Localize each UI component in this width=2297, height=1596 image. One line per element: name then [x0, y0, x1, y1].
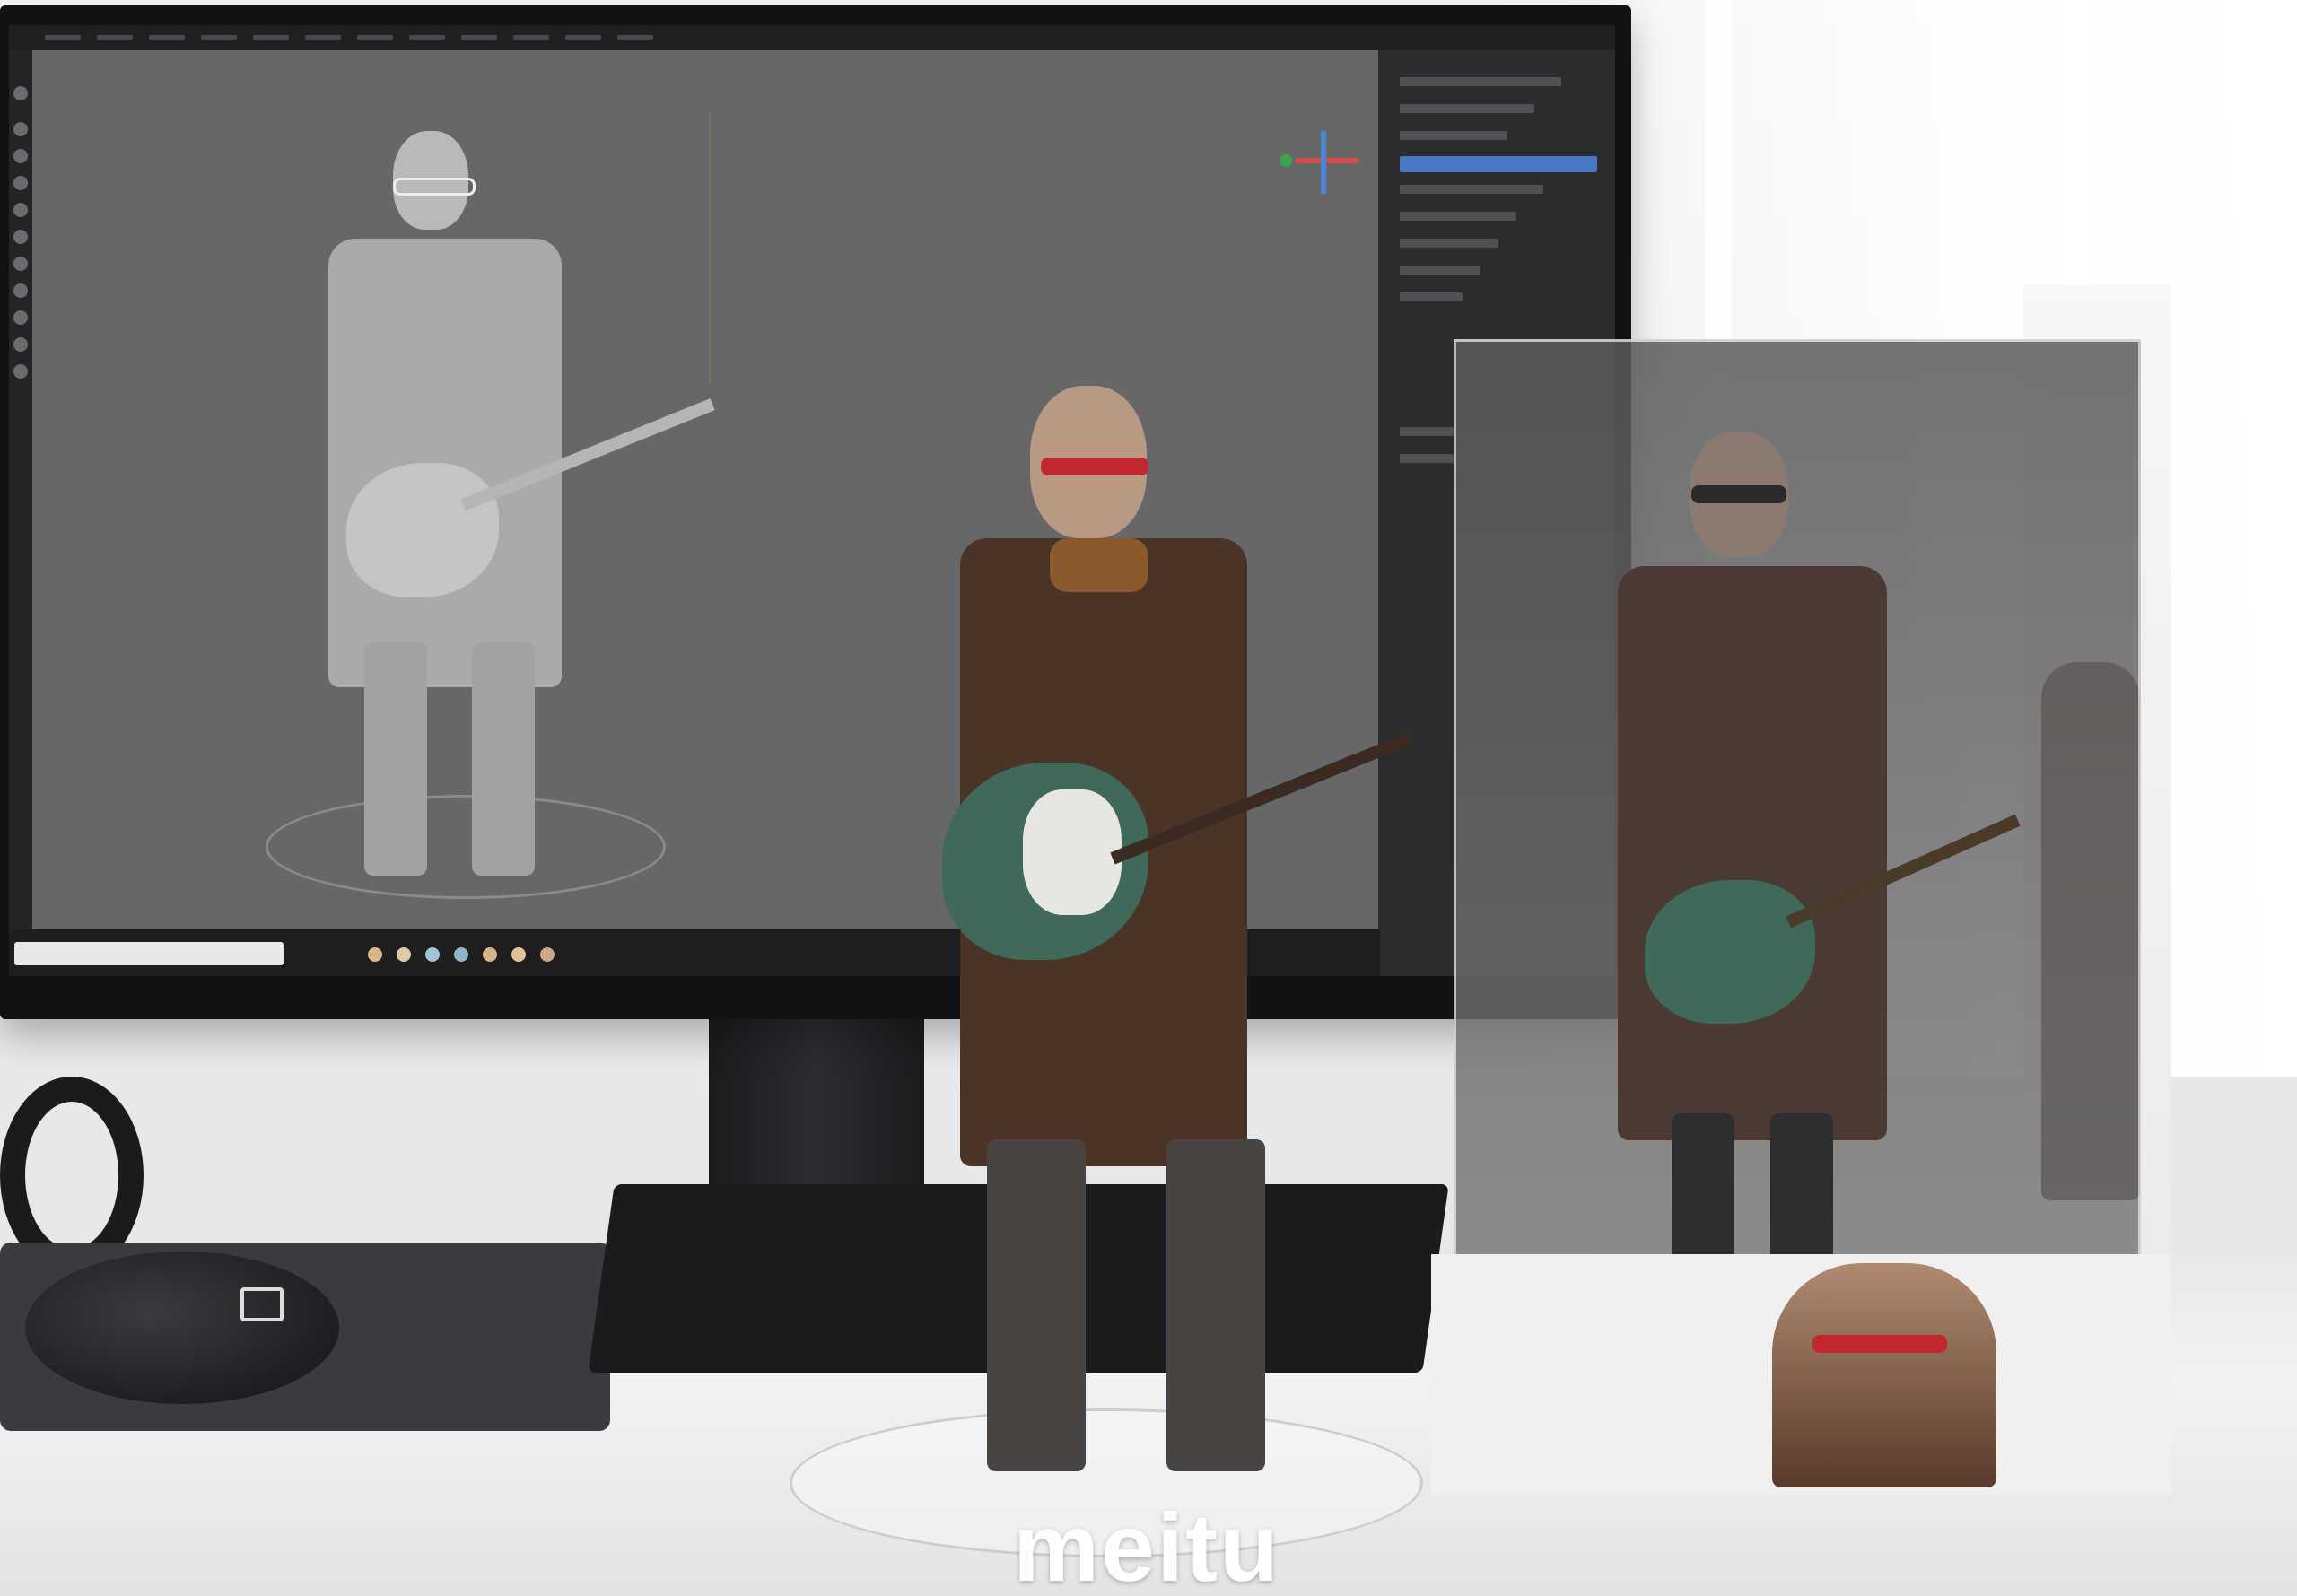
outliner-row [1400, 131, 1507, 140]
sculpt-leg [472, 642, 535, 876]
boxed-figure [1582, 414, 2048, 1356]
tool-icon [13, 176, 28, 190]
portrait-glasses [1812, 1335, 1947, 1353]
photo-scene: meitu [0, 0, 2297, 1596]
tool-icon [13, 310, 28, 325]
tool-icon [13, 257, 28, 271]
axis-gizmo-y [1321, 131, 1326, 194]
app-menu-bar [9, 25, 1615, 50]
sculpt-leg [364, 642, 427, 876]
boxed-figure-coat [1618, 566, 1887, 1140]
box-front-portrait [1772, 1263, 1996, 1487]
swatch [454, 947, 468, 962]
axis-gizmo-icon [1296, 158, 1358, 163]
axis-gizmo-z [1280, 154, 1292, 167]
figure-collar [1050, 538, 1148, 592]
tool-icon [13, 364, 28, 379]
tool-icon [13, 122, 28, 136]
outliner-row [1400, 266, 1480, 275]
box-window [1454, 339, 2141, 1376]
tool-icon [13, 337, 28, 352]
tool-icon [13, 230, 28, 244]
tool-sidebar [9, 50, 32, 947]
outliner-row [1400, 104, 1534, 113]
swatch [368, 947, 382, 962]
swatch [540, 947, 555, 962]
figure-package-box [1431, 285, 2171, 1495]
outliner-row [1400, 239, 1498, 248]
sculpt-base [266, 795, 666, 899]
box-front-panel [1431, 1254, 2171, 1495]
status-field [14, 942, 284, 965]
outliner-row-selected [1400, 156, 1597, 172]
figure-leg [1166, 1139, 1265, 1471]
boxed-figure-glasses [1691, 485, 1786, 503]
tool-icon [13, 149, 28, 163]
outliner-row [1400, 212, 1516, 221]
figure-leg [987, 1139, 1086, 1471]
tool-icon [13, 283, 28, 298]
computer-mouse [25, 1252, 339, 1404]
sculpt-figure [266, 104, 777, 911]
tool-icon [13, 203, 28, 217]
swatch [511, 947, 526, 962]
swatch [397, 947, 411, 962]
tool-icon [13, 86, 28, 100]
mouse-logo-icon [240, 1287, 284, 1321]
figure-glasses [1041, 458, 1148, 475]
boxed-figure-guitar [1645, 880, 1815, 1024]
guitar-pickguard [1023, 789, 1122, 915]
outliner-row [1400, 77, 1561, 86]
front-figure [790, 386, 1472, 1557]
outliner-row [1400, 185, 1543, 194]
sculpt-glasses [393, 178, 476, 196]
watermark-logo: meitu [1012, 1493, 1281, 1596]
sculpt-guitar [346, 463, 499, 597]
swatch [483, 947, 497, 962]
swatch [425, 947, 440, 962]
